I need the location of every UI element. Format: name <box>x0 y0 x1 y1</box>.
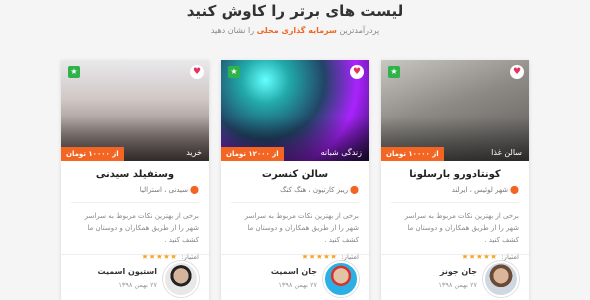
subtitle-pre: پردرآمدترین <box>339 26 380 35</box>
listing-image[interactable]: ★ ♥ از ۱۰۰۰۰ تومان سالن غذا <box>381 60 529 161</box>
favorite-heart-icon[interactable]: ♥ <box>350 65 364 79</box>
favorite-heart-icon[interactable]: ♥ <box>510 65 524 79</box>
avatar[interactable] <box>323 261 359 297</box>
price-tag: از ۱۰۰۰۰ تومان <box>61 147 124 161</box>
section-subtitle: پردرآمدترین سرمایه گذاری محلی را نشان ده… <box>0 26 590 35</box>
section-heading: لیست های برتر را کاوش کنید پردرآمدترین س… <box>0 2 590 35</box>
listing-location: ⬤ریبز کارتیون ، هنگ کنگ <box>231 185 359 194</box>
featured-star-icon: ★ <box>68 66 80 78</box>
category-label[interactable]: زندگی شبانه <box>321 148 362 157</box>
user-date: ۲۷ بهمن ۱۳۹۸ <box>118 281 157 289</box>
location-pin-icon: ⬤ <box>510 185 519 194</box>
category-label[interactable]: سالن غذا <box>491 148 522 157</box>
listing-title[interactable]: وستفیلد سیدنی <box>71 169 199 180</box>
location-pin-icon: ⬤ <box>190 185 199 194</box>
location-pin-icon: ⬤ <box>350 185 359 194</box>
location-text: شهر لوئیس ، ایرلند <box>451 186 509 194</box>
category-label[interactable]: خرید <box>186 148 202 157</box>
user-date: ۲۷ بهمن ۱۳۹۸ <box>438 281 477 289</box>
listing-image[interactable]: ★ ♥ از ۱۰۰۰۰ تومان خرید <box>61 60 209 161</box>
user-date: ۲۷ بهمن ۱۳۹۸ <box>278 281 317 289</box>
listing-card[interactable]: ★ ♥ از ۱۰۰۰۰ تومان خرید وستفیلد سیدنی ⬤س… <box>61 60 209 300</box>
subtitle-highlight: سرمایه گذاری محلی <box>256 26 337 35</box>
listing-title[interactable]: کونتادورو بارسلونا <box>391 169 519 180</box>
listing-description: برخی از بهترین نکات مربوط به سراسر شهر ر… <box>404 212 519 244</box>
card-footer: استیون اسمیت ۲۷ بهمن ۱۳۹۸ <box>61 254 209 300</box>
listing-description: برخی از بهترین نکات مربوط به سراسر شهر ر… <box>244 212 359 244</box>
listing-card[interactable]: ★ ♥ از ۱۰۰۰۰ تومان سالن غذا کونتادورو با… <box>381 60 529 300</box>
divider <box>231 202 359 203</box>
listing-title[interactable]: سالن کنسرت <box>231 169 359 180</box>
listing-card[interactable]: ★ ♥ از ۱۲۰۰۰ تومان زندگی شبانه سالن کنسر… <box>221 60 369 300</box>
listing-location: ⬤شهر لوئیس ، ایرلند <box>391 185 519 194</box>
user-name[interactable]: جان جونز <box>440 267 477 276</box>
favorite-heart-icon[interactable]: ♥ <box>190 65 204 79</box>
location-text: ریبز کارتیون ، هنگ کنگ <box>280 186 349 194</box>
price-tag: از ۱۲۰۰۰ تومان <box>221 147 284 161</box>
avatar[interactable] <box>163 261 199 297</box>
section-title: لیست های برتر را کاوش کنید <box>186 2 404 20</box>
user-name[interactable]: استیون اسمیت <box>98 267 157 276</box>
listing-description: برخی از بهترین نکات مربوط به سراسر شهر ر… <box>84 212 199 244</box>
card-footer: جان اسمیت ۲۷ بهمن ۱۳۹۸ <box>221 254 369 300</box>
featured-star-icon: ★ <box>228 66 240 78</box>
divider <box>391 202 519 203</box>
location-text: سیدنی ، استرالیا <box>139 186 189 194</box>
listing-location: ⬤سیدنی ، استرالیا <box>71 185 199 194</box>
subtitle-post: را نشان دهید <box>210 26 255 35</box>
divider <box>71 202 199 203</box>
listing-image[interactable]: ★ ♥ از ۱۲۰۰۰ تومان زندگی شبانه <box>221 60 369 161</box>
price-tag: از ۱۰۰۰۰ تومان <box>381 147 444 161</box>
avatar[interactable] <box>483 261 519 297</box>
featured-star-icon: ★ <box>388 66 400 78</box>
user-name[interactable]: جان اسمیت <box>271 267 317 276</box>
card-footer: جان جونز ۲۷ بهمن ۱۳۹۸ <box>381 254 529 300</box>
